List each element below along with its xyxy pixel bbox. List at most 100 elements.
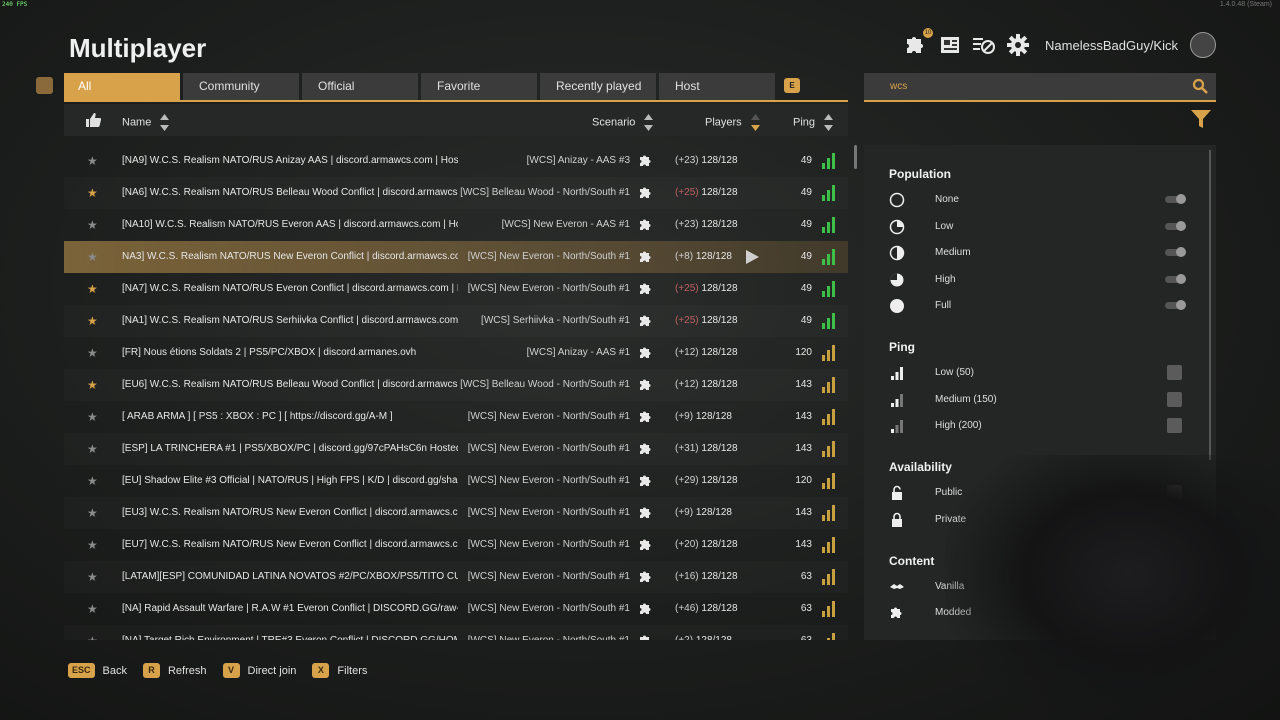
favorite-star-icon[interactable]: ★ [87,506,98,520]
server-ping: 120 [795,347,812,358]
toggle-switch[interactable] [1165,247,1186,257]
refresh-button[interactable]: R Refresh [142,663,207,678]
favorite-star-icon[interactable]: ★ [87,602,98,616]
gear-icon [1007,34,1030,56]
queue-count: (+2) [675,635,693,640]
queue-count: (+23) [675,155,699,166]
tab-recently-played[interactable]: Recently played [540,73,656,100]
mods-button[interactable]: 10 [903,28,934,58]
toggle-switch[interactable] [1165,194,1186,204]
footer-hints: ESC Back R Refresh V Direct join X Filters [68,663,383,678]
puzzle-icon [891,607,902,618]
server-row[interactable]: ★ [EU] Shadow Elite #3 Official | NATO/RU… [64,465,848,497]
search-button[interactable] [1192,78,1208,99]
tab-prev-button[interactable] [36,77,53,94]
column-ping[interactable]: Ping [793,114,834,131]
tab-next-key[interactable]: E [784,78,800,93]
username[interactable]: NamelessBadGuy/Kick [1045,38,1178,53]
server-row[interactable]: ★ [NA7] W.C.S. Realism NATO/RUS Everon Co… [64,273,848,305]
filter-population-full[interactable]: Full [889,296,1189,316]
checkbox[interactable] [1167,392,1182,407]
filter-population-none[interactable]: None [889,190,1189,210]
toggle-switch[interactable] [1165,274,1186,284]
server-ping: 120 [795,475,812,486]
search-input[interactable] [888,80,1172,93]
server-row[interactable]: ★ [NA6] W.C.S. Realism NATO/RUS Belleau W… [64,177,848,209]
filter-population-medium[interactable]: Medium [889,243,1189,263]
column-scenario[interactable]: Scenario [592,114,654,131]
join-play-button[interactable] [745,250,759,267]
server-row[interactable]: ★ NA3] W.C.S. Realism NATO/RUS New Everon… [64,241,848,273]
filter-ping-low[interactable]: Low (50) [889,363,1189,383]
favorite-star-icon[interactable]: ★ [87,218,98,232]
filter-ping-medium[interactable]: Medium (150) [889,390,1189,410]
circle-full-icon [890,299,904,313]
player-count: 128/128 [695,251,732,262]
filter-ping-high[interactable]: High (200) [889,416,1189,436]
tab-host[interactable]: Host [659,73,775,100]
server-scenario: [WCS] New Everon - North/South #1 [467,251,630,262]
server-scenario: [WCS] Anizay - AAS #3 [526,155,630,166]
server-players: (+9) 128/128 [675,507,732,518]
news-button[interactable] [937,32,963,58]
filter-panel-scrollbar[interactable] [1209,150,1211,460]
server-row[interactable]: ★[ ARAB ARMA ] [ PS5 : XBOX : PC ] [ htt… [64,401,848,433]
newspaper-icon [941,37,960,53]
server-scenario: [WCS] Serhiivka - North/South #1 [481,315,630,326]
checkbox[interactable] [1167,365,1182,380]
server-row[interactable]: ★ [EU3] W.C.S. Realism NATO/RUS New Evero… [64,497,848,529]
server-row[interactable]: ★ [LATAM][ESP] COMUNIDAD LATINA NOVATOS #… [64,561,848,593]
server-row[interactable]: ★[NA] Target Rich Environment | TRE#3 Ev… [64,625,848,640]
server-row[interactable]: ★ [NA10] W.C.S. Realism NATO/RUS Everon A… [64,209,848,241]
ping-signal-icon [822,601,836,620]
favorite-star-icon[interactable]: ★ [87,474,98,488]
back-button[interactable]: ESC Back [68,663,127,678]
blocked-list-button[interactable] [971,32,997,58]
server-row[interactable]: ★ [NA] Rapid Assault Warfare | R.A.W #1 E… [64,593,848,625]
settings-button[interactable] [1005,32,1031,58]
filter-population-high[interactable]: High [889,270,1189,290]
favorite-star-icon[interactable]: ★ [87,410,98,424]
favorite-star-icon[interactable]: ★ [87,314,98,328]
server-row[interactable]: ★ [EU6] W.C.S. Realism NATO/RUS Belleau W… [64,369,848,401]
favorite-star-icon[interactable]: ★ [87,250,98,264]
favorites-column-button[interactable] [86,113,101,130]
tab-official[interactable]: Official [302,73,418,100]
favorite-star-icon[interactable]: ★ [87,378,98,392]
favorite-star-icon[interactable]: ★ [87,538,98,552]
tab-community[interactable]: Community [183,73,299,100]
favorite-star-icon[interactable]: ★ [87,154,98,168]
server-row[interactable]: ★ [NA9] W.C.S. Realism NATO/RUS Anizay AA… [64,145,848,177]
modded-puzzle-icon [638,601,654,620]
server-row[interactable]: ★ [NA1] W.C.S. Realism NATO/RUS Serhiivka… [64,305,848,337]
filters-button[interactable]: X Filters [312,663,367,678]
server-list-scrollbar[interactable] [854,145,857,169]
ping-signal-icon [822,473,836,492]
server-row[interactable]: ★ [FR] Nous étions Soldats 2 | PS5/PC/XBO… [64,337,848,369]
tab-favorite[interactable]: Favorite [421,73,537,100]
server-players: (+23) 128/128 [675,219,738,230]
modded-puzzle-icon [638,633,654,640]
checkbox[interactable] [1167,418,1182,433]
favorite-star-icon[interactable]: ★ [87,186,98,200]
tab-all[interactable]: All [64,73,180,100]
filter-toggle-button[interactable] [1190,108,1212,135]
ping-signal-icon [822,537,836,556]
column-players[interactable]: Players [705,114,760,131]
favorite-star-icon[interactable]: ★ [87,634,98,640]
server-row[interactable]: ★ [ESP] LA TRINCHERA #1 | PS5/XBOX/PC | d… [64,433,848,465]
avatar[interactable] [1190,32,1216,58]
server-row[interactable]: ★ [EU7] W.C.S. Realism NATO/RUS New Evero… [64,529,848,561]
favorite-star-icon[interactable]: ★ [87,442,98,456]
filter-population-low[interactable]: Low [889,217,1189,237]
column-name[interactable]: Name [122,114,170,131]
modded-puzzle-icon [638,217,654,236]
toggle-switch[interactable] [1165,300,1186,310]
notification-badge: 10 [923,28,934,38]
favorite-star-icon[interactable]: ★ [87,570,98,584]
player-count: 128/128 [701,603,738,614]
toggle-switch[interactable] [1165,221,1186,231]
favorite-star-icon[interactable]: ★ [87,282,98,296]
favorite-star-icon[interactable]: ★ [87,346,98,360]
direct-join-button[interactable]: V Direct join [222,663,296,678]
